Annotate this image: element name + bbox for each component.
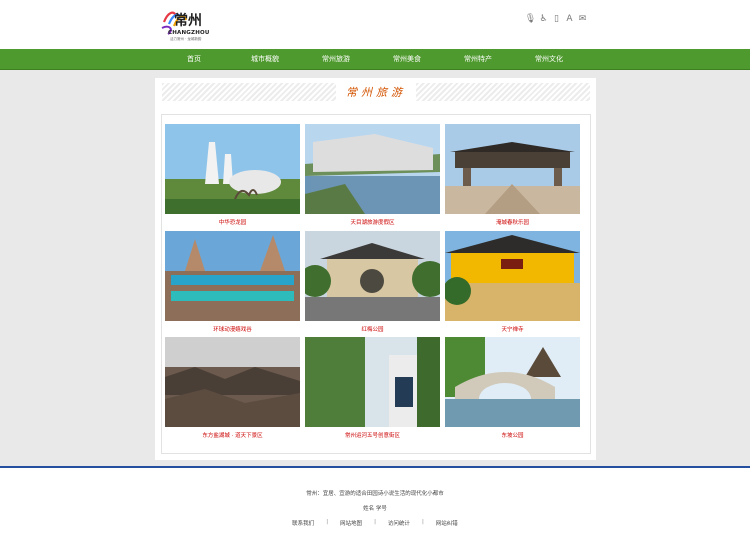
footer-slogan: 常州：宜居、宜游的适合田园诗小说生活的现代化小都市 (306, 491, 444, 497)
footer-link-report[interactable]: 网站纠错 (430, 519, 464, 527)
gallery-caption[interactable]: 天目湖旅游度假区 (305, 218, 440, 226)
footer-name-id: 姓名 学号 (363, 506, 387, 512)
mail-icon[interactable]: ✉ (576, 13, 589, 25)
nav-item-culture[interactable]: 常州文化 (535, 49, 563, 69)
gallery-image-canal-no5[interactable] (305, 337, 440, 427)
gallery-image-salt-lake-city[interactable] (165, 337, 300, 427)
nav-item-city-overview[interactable]: 城市概貌 (251, 49, 279, 69)
gallery-image-dongpo-park[interactable] (445, 337, 580, 427)
footer-links: 联系我们 | 网站地图 | 访问统计 | 网站纠错 (0, 519, 750, 527)
footer-separator: | (421, 519, 424, 525)
accessibility-icon[interactable]: ♿ (537, 13, 550, 25)
logo-english-text: CHANGZHOU (168, 30, 210, 36)
gallery-caption[interactable]: 天宁禅寺 (445, 325, 580, 333)
footer-link-contact[interactable]: 联系我们 (286, 519, 320, 527)
gallery-image-tianmu-lake[interactable] (305, 124, 440, 214)
gallery-caption[interactable]: 淹城春秋乐园 (445, 218, 580, 226)
logo-tagline: 活力常州 · 龙城新韵 (170, 37, 202, 41)
gallery-caption[interactable]: 东方盐湖城 · 道天下景区 (165, 431, 300, 439)
gallery-caption[interactable]: 常州运河五号创意街区 (305, 431, 440, 439)
footer-separator: | (326, 519, 329, 525)
gallery-image-hongmei-park[interactable] (305, 231, 440, 321)
nav-item-food[interactable]: 常州美食 (393, 49, 421, 69)
font-size-icon[interactable]: A (563, 13, 576, 25)
gallery-caption[interactable]: 红梅公园 (305, 325, 440, 333)
footer-link-stats[interactable]: 访问统计 (382, 519, 416, 527)
logo-chinese-text: 常州 (174, 13, 202, 29)
nav-item-home[interactable]: 首页 (187, 49, 201, 69)
gallery-caption[interactable]: 东坡公园 (445, 431, 580, 439)
nav-item-specialties[interactable]: 常州特产 (464, 49, 492, 69)
footer-separator: | (374, 519, 376, 525)
section-title: 常州旅游 (346, 86, 406, 99)
gallery-image-tianning-temple[interactable] (445, 231, 580, 321)
microphone-icon[interactable]: 🎙 (524, 13, 537, 25)
mobile-icon[interactable]: ▯ (550, 13, 563, 25)
gallery-caption[interactable]: 中华恐龙园 (165, 218, 300, 226)
gallery-caption[interactable]: 环球动漫嬉戏谷 (165, 325, 300, 333)
main-nav: 首页 城市概貌 常州旅游 常州美食 常州特产 常州文化 (0, 49, 750, 70)
nav-item-tourism[interactable]: 常州旅游 (322, 49, 350, 69)
gallery-image-yancheng-park[interactable] (445, 124, 580, 214)
site-header: 常州 CHANGZHOU 活力常州 · 龙城新韵 🎙 ♿ ▯ A ✉ (0, 0, 750, 49)
footer-link-sitemap[interactable]: 网站地图 (334, 519, 368, 527)
gallery-image-dinosaur-park[interactable] (165, 124, 300, 214)
header-toolbar: 🎙 ♿ ▯ A ✉ (524, 13, 589, 25)
gallery-image-joyland[interactable] (165, 231, 300, 321)
